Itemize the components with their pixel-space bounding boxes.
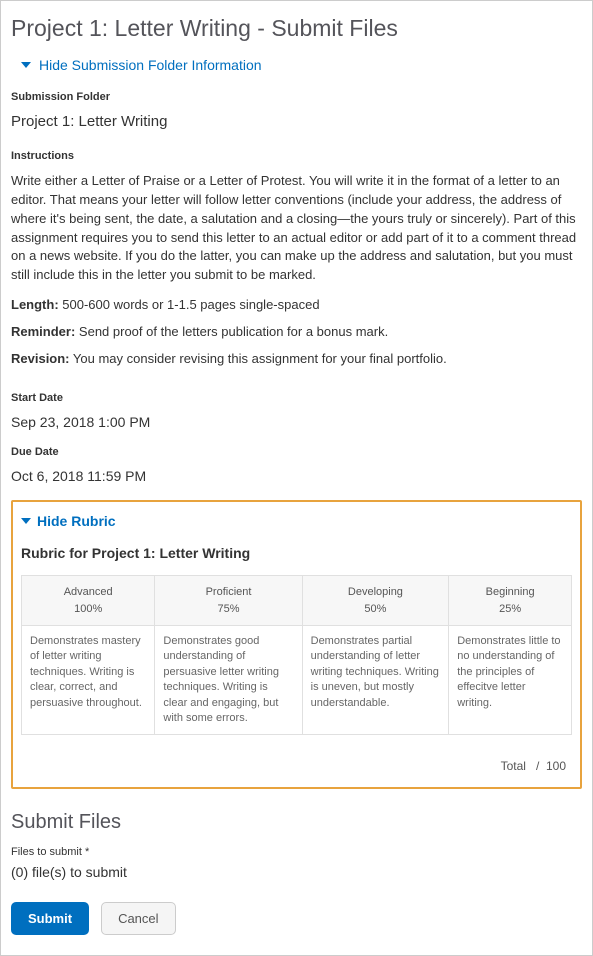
rubric-cell: Demonstrates good understanding of persu… — [155, 626, 302, 735]
rubric-level-header: Beginning 25% — [449, 576, 572, 626]
rubric-cell: Demonstrates partial understanding of le… — [302, 626, 449, 735]
page-title: Project 1: Letter Writing - Submit Files — [11, 15, 582, 42]
instructions-body: Write either a Letter of Praise or a Let… — [11, 172, 582, 285]
rubric-total: Total / 100 — [21, 735, 572, 779]
rubric-level-header: Advanced 100% — [22, 576, 155, 626]
revision-line: Revision: You may consider revising this… — [11, 351, 582, 366]
reminder-label: Reminder: — [11, 324, 75, 339]
submission-folder-name: Project 1: Letter Writing — [11, 113, 582, 130]
files-to-submit-label: Files to submit * — [11, 846, 582, 858]
submit-button[interactable]: Submit — [11, 902, 89, 935]
length-line: Length: 500-600 words or 1-1.5 pages sin… — [11, 297, 582, 312]
rubric-section: Hide Rubric Rubric for Project 1: Letter… — [11, 500, 582, 789]
hide-folder-info-label: Hide Submission Folder Information — [39, 57, 262, 73]
reminder-line: Reminder: Send proof of the letters publ… — [11, 324, 582, 339]
chevron-down-icon — [21, 518, 31, 524]
rubric-cell: Demonstrates little to no understanding … — [449, 626, 572, 735]
chevron-down-icon — [21, 62, 31, 68]
rubric-table: Advanced 100% Proficient 75% Developing … — [21, 575, 572, 735]
due-date-value: Oct 6, 2018 11:59 PM — [11, 468, 582, 484]
revision-value: You may consider revising this assignmen… — [73, 351, 447, 366]
hide-folder-info-toggle[interactable]: Hide Submission Folder Information — [21, 57, 262, 73]
hide-rubric-label: Hide Rubric — [37, 513, 116, 529]
due-date-label: Due Date — [11, 446, 582, 458]
rubric-cell: Demonstrates mastery of letter writing t… — [22, 626, 155, 735]
rubric-title: Rubric for Project 1: Letter Writing — [21, 545, 572, 561]
reminder-value: Send proof of the letters publication fo… — [79, 324, 388, 339]
submission-folder-label: Submission Folder — [11, 91, 582, 103]
rubric-level-header: Developing 50% — [302, 576, 449, 626]
revision-label: Revision: — [11, 351, 70, 366]
length-value: 500-600 words or 1-1.5 pages single-spac… — [62, 297, 319, 312]
start-date-label: Start Date — [11, 392, 582, 404]
hide-rubric-toggle[interactable]: Hide Rubric — [21, 513, 116, 529]
cancel-button[interactable]: Cancel — [101, 902, 175, 935]
instructions-label: Instructions — [11, 150, 582, 162]
submit-files-heading: Submit Files — [11, 811, 582, 834]
rubric-level-header: Proficient 75% — [155, 576, 302, 626]
length-label: Length: — [11, 297, 59, 312]
files-to-submit-count: (0) file(s) to submit — [11, 864, 582, 880]
start-date-value: Sep 23, 2018 1:00 PM — [11, 414, 582, 430]
